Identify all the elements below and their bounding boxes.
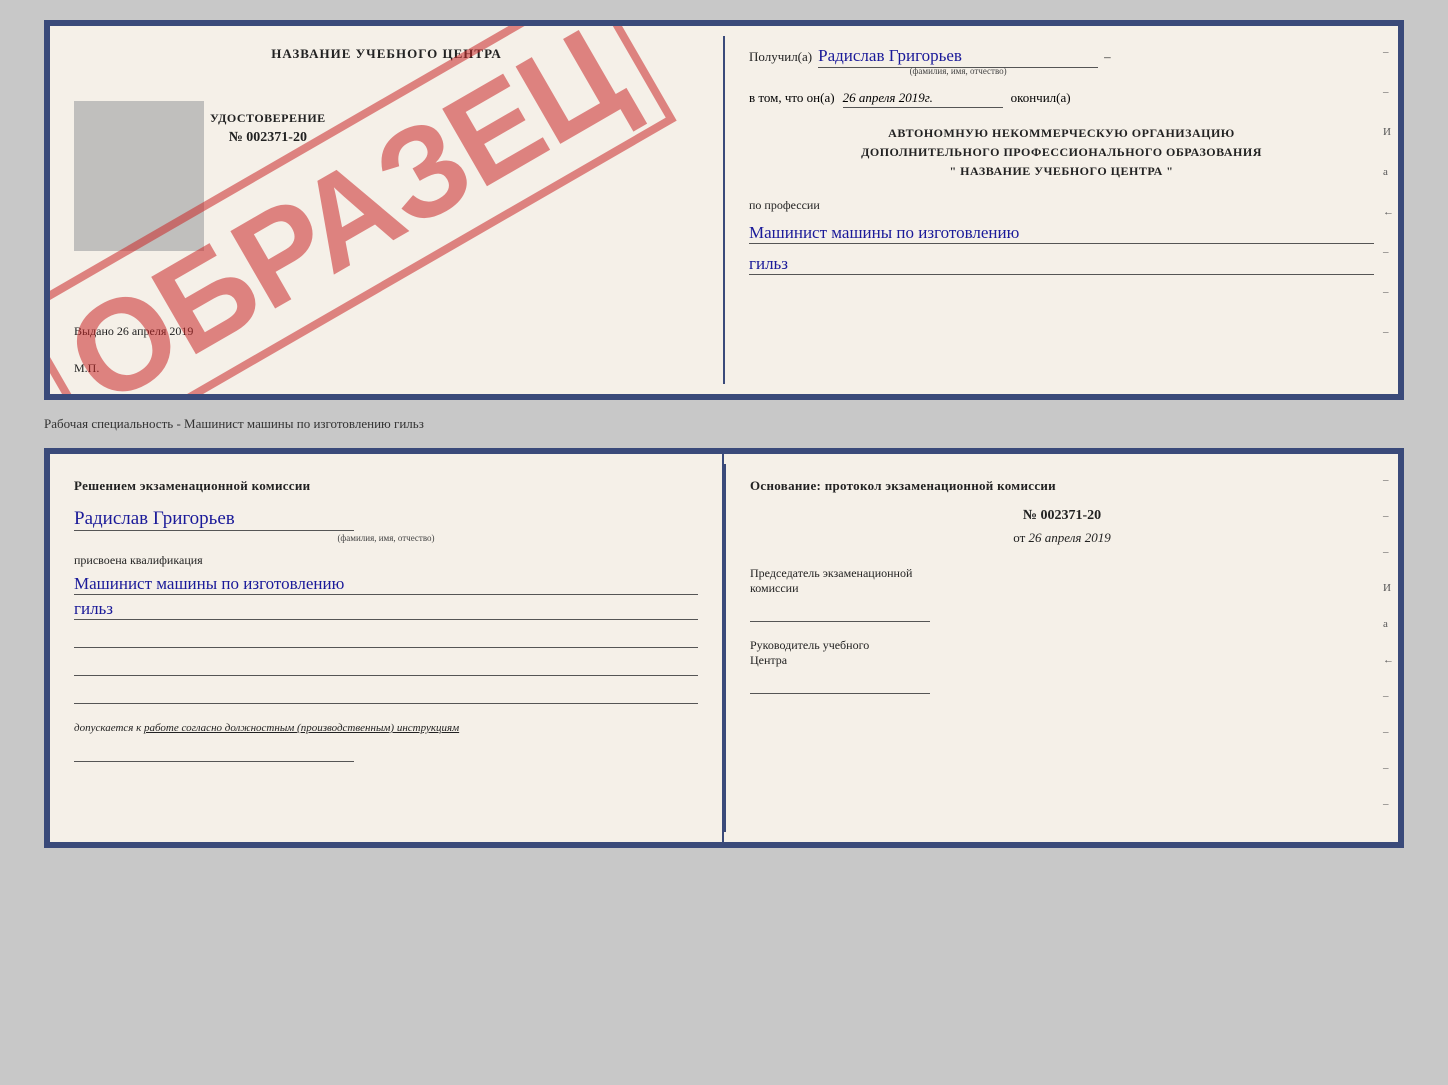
edge-mark-5: ← [1383, 206, 1394, 218]
commission-title: Решением экзаменационной комиссии [74, 478, 698, 494]
date-prefix: от [1013, 530, 1025, 545]
cert-mp: М.П. [74, 361, 99, 376]
b-edge-mark-10: – [1383, 798, 1394, 810]
cert-type: УДОСТОВЕРЕНИЕ [210, 111, 326, 126]
top-left-title: НАЗВАНИЕ УЧЕБНОГО ЦЕНТРА [74, 46, 699, 62]
qual-line2: гильз [74, 599, 698, 620]
protocol-date: от 26 апреля 2019 [750, 530, 1374, 546]
profession-line2: гильз [749, 254, 1374, 275]
blank-line-1 [74, 628, 698, 648]
chairman-sign-line [750, 602, 930, 622]
edge-mark-3: И [1383, 126, 1394, 138]
cert-badge: УДОСТОВЕРЕНИЕ № 002371-20 [210, 111, 326, 146]
b-edge-mark-8: – [1383, 726, 1394, 738]
edge-mark-4: а [1383, 166, 1394, 178]
director-sign-line [750, 674, 930, 694]
org-line1: АВТОНОМНУЮ НЕКОММЕРЧЕСКУЮ ОРГАНИЗАЦИЮ [749, 124, 1374, 143]
top-left-panel: НАЗВАНИЕ УЧЕБНОГО ЦЕНТРА УДОСТОВЕРЕНИЕ №… [50, 26, 723, 394]
dash: – [1104, 49, 1111, 65]
admits-prefix: допускается к [74, 722, 141, 734]
date-value: 26 апреля 2019 [1029, 530, 1111, 545]
b-edge-mark-4: И [1383, 582, 1394, 594]
b-edge-mark-5: а [1383, 618, 1394, 630]
chairman-label: Председатель экзаменационной комиссии [750, 566, 1374, 596]
b-edge-mark-9: – [1383, 762, 1394, 774]
top-document: НАЗВАНИЕ УЧЕБНОГО ЦЕНТРА УДОСТОВЕРЕНИЕ №… [44, 20, 1404, 400]
profession-line1: Машинист машины по изготовлению [749, 223, 1374, 244]
org-line3: " НАЗВАНИЕ УЧЕБНОГО ЦЕНТРА " [749, 162, 1374, 181]
in-that-label: в том, что он(а) [749, 90, 835, 106]
blank-line-2 [74, 656, 698, 676]
completed-label: окончил(а) [1011, 90, 1071, 106]
edge-mark-1: – [1383, 46, 1394, 58]
recipient-name-bottom: Радислав Григорьев [74, 508, 354, 531]
b-edge-mark-7: – [1383, 690, 1394, 702]
b-edge-mark-2: – [1383, 510, 1394, 522]
edge-mark-8: – [1383, 326, 1394, 338]
photo-area [74, 101, 204, 251]
bottom-document: Решением экзаменационной комиссии Радисл… [44, 448, 1404, 848]
received-label: Получил(а) [749, 49, 812, 65]
basis-label: Основание: протокол экзаменационной коми… [750, 478, 1374, 494]
edge-mark-2: – [1383, 86, 1394, 98]
org-block: АВТОНОМНУЮ НЕКОММЕРЧЕСКУЮ ОРГАНИЗАЦИЮ ДО… [749, 124, 1374, 182]
assigned-label: присвоена квалификация [74, 553, 698, 568]
admits-text: работе согласно должностным (производств… [144, 722, 459, 734]
issued-label: Выдано [74, 324, 114, 338]
received-line: Получил(а) Радислав Григорьев (фамилия, … [749, 46, 1374, 76]
document-wrapper: НАЗВАНИЕ УЧЕБНОГО ЦЕНТРА УДОСТОВЕРЕНИЕ №… [44, 20, 1404, 848]
separator-label: Рабочая специальность - Машинист машины … [44, 412, 1404, 436]
bottom-right-panel: Основание: протокол экзаменационной коми… [726, 454, 1398, 842]
cert-number: № 002371-20 [210, 130, 326, 146]
cert-issued: Выдано 26 апреля 2019 [74, 324, 193, 339]
edge-mark-7: – [1383, 286, 1394, 298]
protocol-number: № 002371-20 [750, 508, 1374, 524]
org-line2: ДОПОЛНИТЕЛЬНОГО ПРОФЕССИОНАЛЬНОГО ОБРАЗО… [749, 143, 1374, 162]
profession-label: по профессии [749, 198, 1374, 213]
blank-line-4 [74, 742, 354, 762]
completion-line: в том, что он(а) 26 апреля 2019г. окончи… [749, 90, 1374, 108]
issued-date: 26 апреля 2019 [117, 324, 193, 338]
blank-line-3 [74, 684, 698, 704]
bottom-left-panel: Решением экзаменационной комиссии Радисл… [50, 454, 724, 842]
edge-mark-6: – [1383, 246, 1394, 258]
b-edge-mark-3: – [1383, 546, 1394, 558]
admits-block: допускается к работе согласно должностны… [74, 722, 698, 734]
top-right-panel: Получил(а) Радислав Григорьев (фамилия, … [725, 26, 1398, 394]
b-edge-mark-1: – [1383, 474, 1394, 486]
director-label: Руководитель учебного Центра [750, 638, 1374, 668]
name-sublabel: (фамилия, имя, отчество) [910, 66, 1007, 76]
b-edge-mark-6: ← [1383, 654, 1394, 666]
qual-line1: Машинист машины по изготовлению [74, 574, 698, 595]
completion-date: 26 апреля 2019г. [843, 90, 1003, 108]
recipient-name: Радислав Григорьев [818, 46, 1098, 68]
name-sublabel-bottom: (фамилия, имя, отчество) [74, 533, 698, 543]
